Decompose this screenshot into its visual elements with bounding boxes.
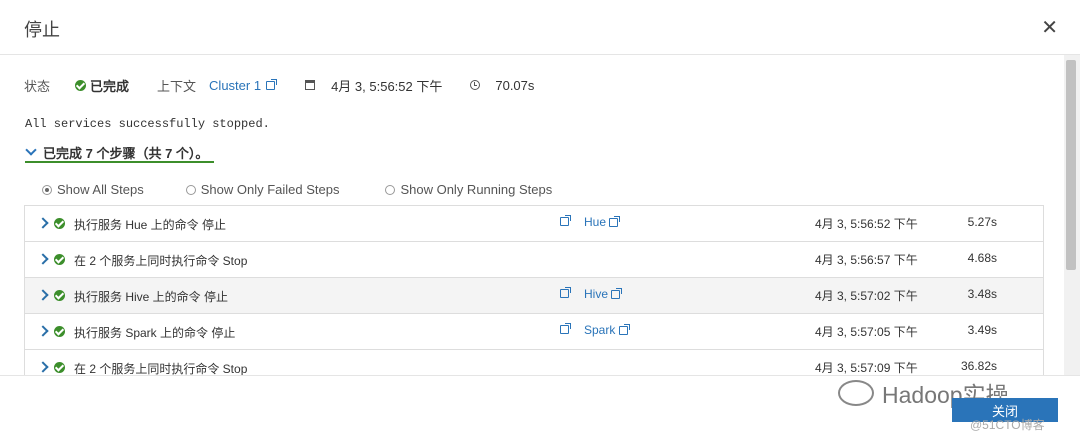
- radio-selected-icon[interactable]: [42, 184, 52, 195]
- external-link-icon[interactable]: [560, 323, 571, 334]
- check-circle-icon: [75, 79, 87, 91]
- dialog-footer: Hadoop实操 关闭 @51CTO博客: [0, 375, 1080, 445]
- check-circle-icon: [54, 218, 65, 229]
- total-duration: 70.07s: [495, 77, 535, 93]
- dialog-header: 停止 ✕: [0, 0, 1080, 55]
- step-service-link[interactable]: Hive: [584, 287, 623, 301]
- step-command: 在 2 个服务上同时执行命令 Stop: [74, 362, 248, 375]
- check-circle-icon: [54, 326, 65, 337]
- step-duration: 4.68s: [967, 251, 997, 265]
- chevron-down-icon[interactable]: [25, 144, 37, 156]
- clock-icon: [470, 80, 481, 90]
- table-row[interactable]: 执行服务 Hue 上的命令 停止 Hue 4月 3, 5:56:52 下午 5.…: [25, 206, 1043, 242]
- step-time: 4月 3, 5:57:05 下午: [815, 325, 918, 339]
- external-link-icon[interactable]: [266, 78, 278, 90]
- check-circle-icon: [54, 362, 65, 373]
- radio-icon[interactable]: [385, 184, 396, 195]
- wechat-logo-icon: [838, 380, 874, 406]
- step-time: 4月 3, 5:56:57 下午: [815, 253, 918, 267]
- external-link-icon[interactable]: [560, 215, 571, 226]
- watermark-sub: @51CTO博客: [970, 418, 1045, 432]
- steps-table: 执行服务 Hue 上的命令 停止 Hue 4月 3, 5:56:52 下午 5.…: [24, 205, 1044, 375]
- check-circle-icon: [54, 290, 65, 301]
- step-duration: 3.49s: [967, 323, 997, 337]
- scrollbar-thumb[interactable]: [1066, 60, 1076, 270]
- external-link-icon[interactable]: [560, 287, 571, 298]
- step-service-link[interactable]: Spark: [584, 323, 630, 337]
- result-message: All services successfully stopped.: [25, 117, 270, 131]
- radio-icon[interactable]: [185, 184, 196, 195]
- chevron-right-icon[interactable]: [37, 289, 49, 301]
- step-command: 执行服务 Hive 上的命令 停止: [74, 290, 229, 304]
- external-link-icon[interactable]: [618, 324, 630, 336]
- chevron-right-icon[interactable]: [37, 325, 49, 337]
- chevron-right-icon[interactable]: [37, 253, 49, 265]
- service-name[interactable]: Hue: [584, 215, 606, 229]
- step-service-link[interactable]: Hue: [584, 215, 621, 229]
- status-label: 状态: [24, 78, 51, 94]
- filter-label: Show All Steps: [57, 182, 144, 197]
- service-name[interactable]: Spark: [584, 323, 615, 337]
- status-value: 已完成: [90, 78, 130, 94]
- start-time: 4月 3, 5:56:52 下午: [331, 78, 443, 94]
- calendar-icon: [305, 80, 316, 90]
- check-circle-icon: [54, 254, 65, 265]
- filter-show-all[interactable]: Show All Steps: [42, 182, 144, 197]
- step-command: 执行服务 Spark 上的命令 停止: [74, 326, 236, 340]
- step-time: 4月 3, 5:57:09 下午: [815, 361, 918, 375]
- dialog-body: 状态 已完成 上下文 Cluster 1 4月 3, 5:56:52 下午 70…: [0, 55, 1064, 375]
- step-filters: Show All Steps Show Only Failed Steps Sh…: [42, 182, 552, 197]
- table-row[interactable]: 执行服务 Hive 上的命令 停止 Hive 4月 3, 5:57:02 下午 …: [25, 278, 1043, 314]
- step-duration: 36.82s: [960, 359, 997, 373]
- table-row[interactable]: 在 2 个服务上同时执行命令 Stop 4月 3, 5:57:09 下午 36.…: [25, 350, 1043, 375]
- filter-label: Show Only Failed Steps: [200, 182, 340, 197]
- steps-summary-text: 已完成 7 个步骤（共 7 个）。: [43, 145, 209, 161]
- chevron-right-icon[interactable]: [37, 361, 49, 373]
- external-link-icon[interactable]: [609, 216, 621, 228]
- steps-summary-toggle[interactable]: 已完成 7 个步骤（共 7 个）。: [25, 143, 215, 163]
- command-meta: 状态 已完成 上下文 Cluster 1 4月 3, 5:56:52 下午 70…: [24, 77, 535, 94]
- service-name[interactable]: Hive: [584, 287, 608, 301]
- filter-show-running[interactable]: Show Only Running Steps: [385, 182, 552, 197]
- external-link-icon[interactable]: [611, 288, 623, 300]
- context-label: 上下文: [157, 78, 197, 94]
- step-command: 执行服务 Hue 上的命令 停止: [74, 218, 227, 232]
- filter-show-failed[interactable]: Show Only Failed Steps: [185, 182, 340, 197]
- filter-label: Show Only Running Steps: [400, 182, 553, 197]
- table-row[interactable]: 执行服务 Spark 上的命令 停止 Spark 4月 3, 5:57:05 下…: [25, 314, 1043, 350]
- context-link[interactable]: Cluster 1: [209, 78, 261, 93]
- stop-command-dialog: 停止 ✕ 状态 已完成 上下文 Cluster 1 4月 3, 5:56:52 …: [0, 0, 1080, 445]
- table-row[interactable]: 在 2 个服务上同时执行命令 Stop 4月 3, 5:56:57 下午 4.6…: [25, 242, 1043, 278]
- dialog-title: 停止: [24, 20, 60, 40]
- step-time: 4月 3, 5:57:02 下午: [815, 289, 918, 303]
- close-icon[interactable]: ✕: [1041, 18, 1058, 38]
- step-duration: 5.27s: [967, 215, 997, 229]
- step-time: 4月 3, 5:56:52 下午: [815, 217, 918, 231]
- step-duration: 3.48s: [967, 287, 997, 301]
- step-command: 在 2 个服务上同时执行命令 Stop: [74, 254, 248, 268]
- chevron-right-icon[interactable]: [37, 217, 49, 229]
